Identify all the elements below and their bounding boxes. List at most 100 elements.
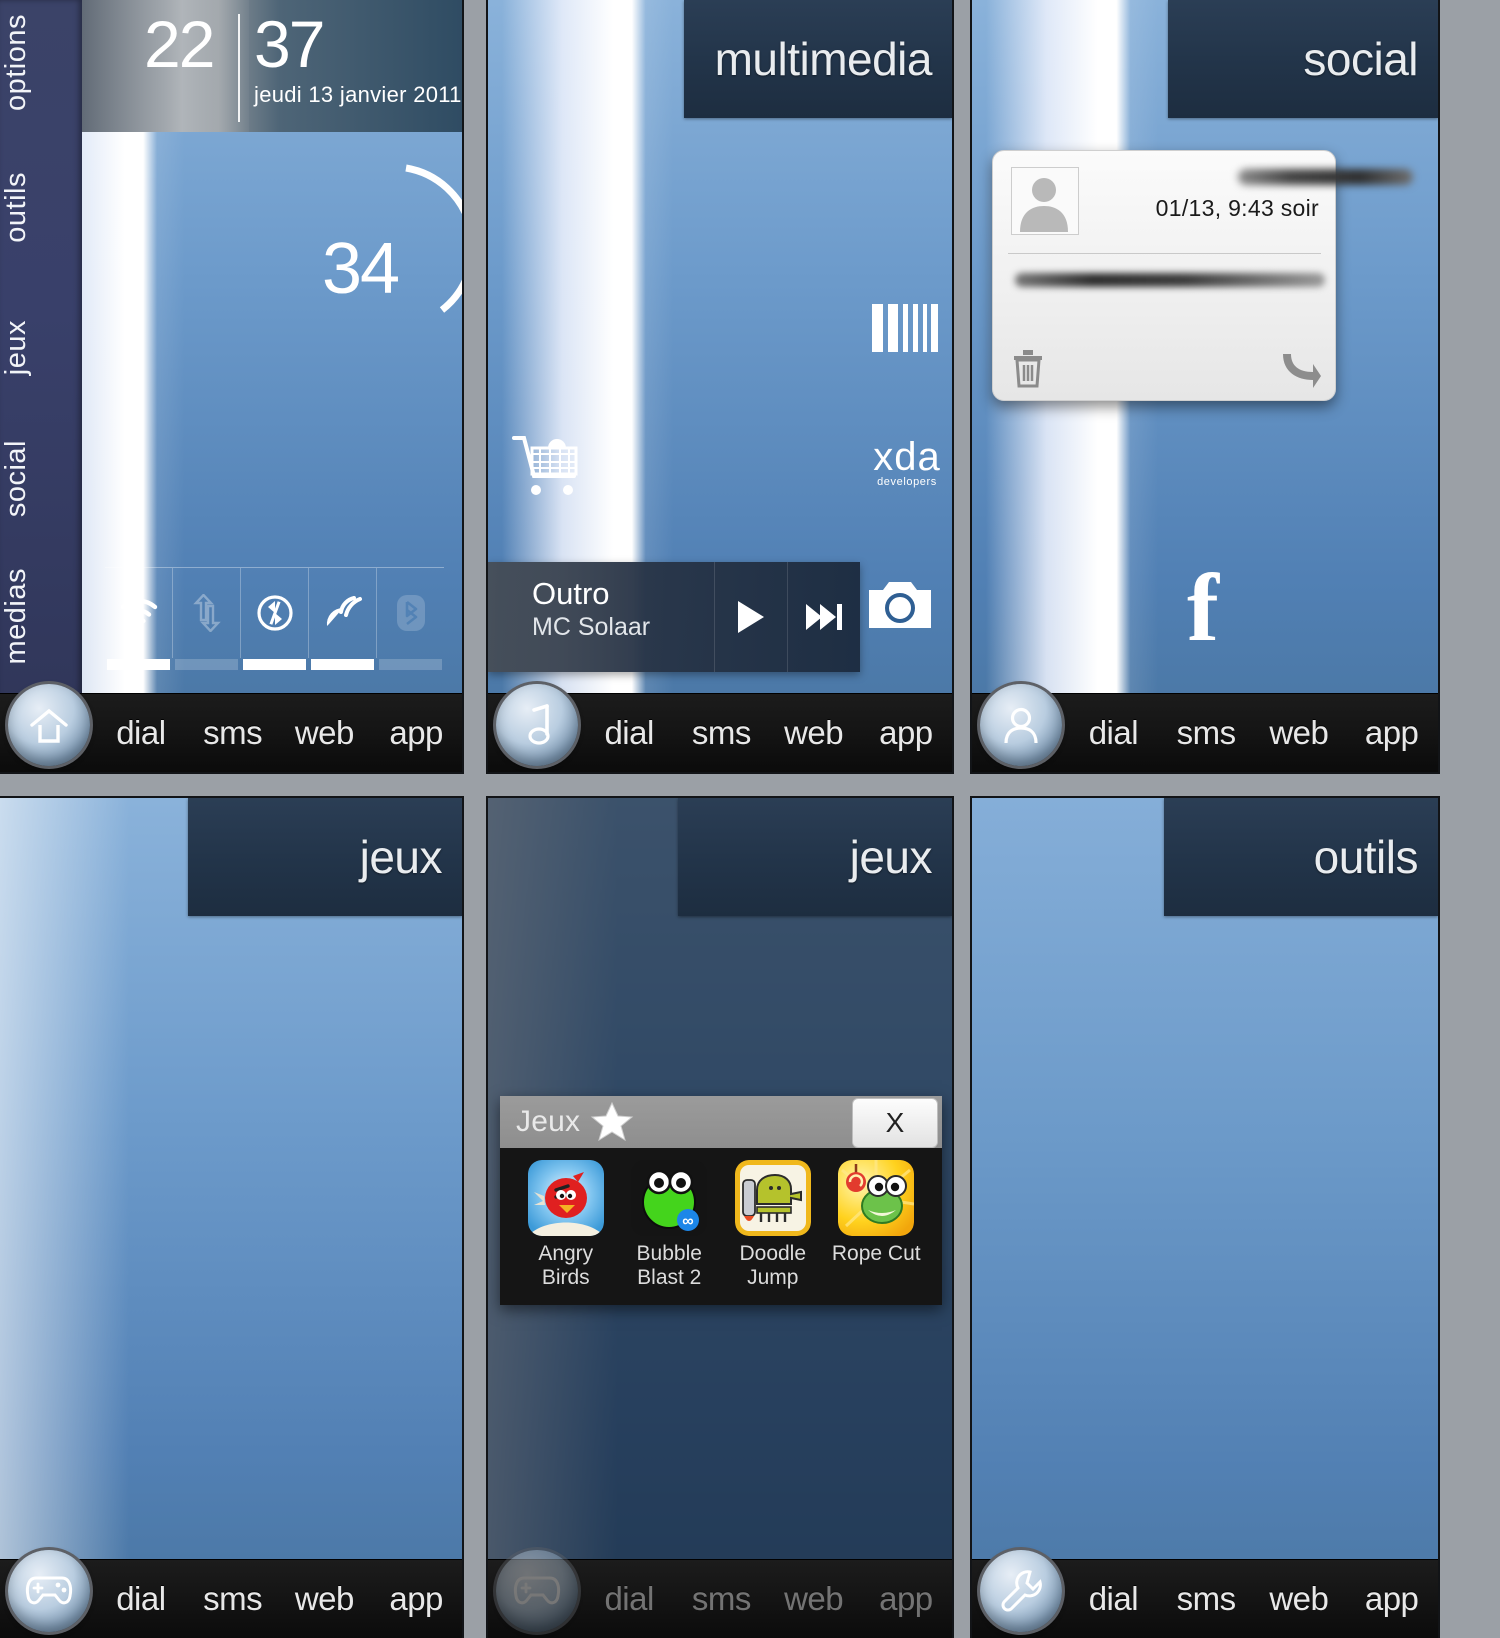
dock-item-app[interactable]: app <box>1345 714 1438 752</box>
page-title-text: outils <box>1313 831 1419 883</box>
barcode-scanner-icon[interactable] <box>872 304 938 352</box>
data-sync-toggle[interactable] <box>173 568 241 670</box>
rail-item-options[interactable]: options <box>0 14 82 111</box>
multimedia-screen: multimedia xda developers Outro MC Solaa… <box>488 0 952 772</box>
dock-item-dial[interactable]: dial <box>95 714 187 752</box>
rail-item-social[interactable]: social <box>0 440 82 517</box>
dock-multimedia: dial sms web app <box>488 684 952 772</box>
folder-close-button[interactable]: X <box>852 1098 938 1148</box>
page-title-social: social <box>1168 0 1438 118</box>
music-play-button[interactable] <box>714 562 787 672</box>
wifi-toggle[interactable] <box>105 568 173 670</box>
music-artist: MC Solaar <box>532 612 651 641</box>
rail-item-outils[interactable]: outils <box>0 172 82 243</box>
dock-item-sms[interactable]: sms <box>675 714 767 752</box>
dock-item-dial[interactable]: dial <box>583 1580 675 1618</box>
reply-arrow-icon[interactable] <box>1279 350 1321 388</box>
autorotate-toggle[interactable] <box>241 568 309 670</box>
quick-toggles <box>105 567 444 670</box>
dock-item-web[interactable]: web <box>1253 1580 1346 1618</box>
panel-social: social 01/13, 9:43 soir f dial sms web a… <box>972 0 1438 772</box>
doodle-jump-icon <box>734 1160 811 1236</box>
dock-item-sms[interactable]: sms <box>187 1580 279 1618</box>
clock-minutes: 37 <box>254 7 325 81</box>
clock-divider <box>238 14 240 122</box>
camera-icon[interactable] <box>869 578 931 628</box>
page-title-text: jeux <box>359 831 443 883</box>
dock-item-web[interactable]: web <box>279 714 371 752</box>
gps-toggle[interactable] <box>309 568 377 670</box>
dock-item-app[interactable]: app <box>860 714 952 752</box>
trash-icon[interactable] <box>1009 346 1047 388</box>
music-player-widget: Outro MC Solaar <box>488 562 860 672</box>
bluetooth-toggle-indicator <box>379 659 442 670</box>
panel-jeux: jeux dial sms web app <box>0 798 462 1638</box>
music-note-icon[interactable] <box>496 684 578 766</box>
folder-app-rope-cut[interactable]: Rope Cut <box>825 1160 929 1289</box>
dock-item-web[interactable]: web <box>279 1580 371 1618</box>
facebook-icon[interactable]: f <box>1187 560 1219 656</box>
outils-screen: outils dial sms web app <box>972 798 1438 1638</box>
dock-items: dial sms web app <box>1067 694 1438 772</box>
battery-arc-icon <box>398 160 462 340</box>
jeux-screen: jeux dial sms web app <box>0 798 462 1638</box>
gamepad-icon[interactable] <box>496 1550 578 1632</box>
dock-item-app[interactable]: app <box>370 1580 462 1618</box>
rail-item-jeux[interactable]: jeux <box>0 320 82 375</box>
dock-item-app[interactable]: app <box>370 714 462 752</box>
dock-home: dial sms web app <box>0 684 462 772</box>
folder-title: Jeux <box>516 1105 581 1138</box>
card-divider <box>1008 253 1321 254</box>
dock-item-sms[interactable]: sms <box>187 714 279 752</box>
dock-item-web[interactable]: web <box>768 1580 860 1618</box>
dock-item-dial[interactable]: dial <box>583 714 675 752</box>
page-title-multimedia: multimedia <box>684 0 952 118</box>
rail-item-medias[interactable]: medias <box>0 568 82 665</box>
folder-app-grid: Angry Birds ∞ Bubble Blast 2 Doodle Jump… <box>500 1148 942 1306</box>
dock-item-app[interactable]: app <box>860 1580 952 1618</box>
home-icon[interactable] <box>8 684 90 766</box>
folder-app-angry-birds[interactable]: Angry Birds <box>514 1160 618 1289</box>
gamepad-icon[interactable] <box>8 1550 90 1632</box>
panel-jeux-folder: jeux Jeux X Angry Birds ∞ Bubble Blast 2… <box>488 798 952 1638</box>
clock-widget[interactable]: 22 37 jeudi 13 janvier 2011 <box>82 0 462 132</box>
music-next-button[interactable] <box>787 562 860 672</box>
message-card[interactable]: 01/13, 9:43 soir <box>992 150 1413 401</box>
folder-app-label: Bubble Blast 2 <box>636 1242 702 1289</box>
dock-item-web[interactable]: web <box>768 714 860 752</box>
person-icon[interactable] <box>980 684 1062 766</box>
home-screen: options outils jeux social medias 22 37 … <box>0 0 462 772</box>
dock-item-dial[interactable]: dial <box>1067 1580 1160 1618</box>
dock-jeux: dial sms web app <box>0 1550 462 1638</box>
dock-item-sms[interactable]: sms <box>1160 714 1253 752</box>
folder-app-bubble-blast[interactable]: ∞ Bubble Blast 2 <box>618 1160 722 1289</box>
wrench-icon[interactable] <box>980 1550 1062 1632</box>
xda-sub-text: developers <box>877 476 937 488</box>
page-title-jeux: jeux <box>678 798 952 916</box>
battery-level-value: 34 <box>322 229 400 309</box>
wifi-toggle-indicator <box>107 659 170 670</box>
dock-items: dial sms web app <box>95 694 462 772</box>
folder-app-label: Doodle Jump <box>739 1242 807 1289</box>
message-sender-redacted <box>1238 169 1413 185</box>
dock-item-dial[interactable]: dial <box>1067 714 1160 752</box>
market-icon[interactable] <box>512 432 582 498</box>
dock-outils: dial sms web app <box>972 1550 1438 1638</box>
dock-item-app[interactable]: app <box>1345 1580 1438 1618</box>
autorotate-toggle-indicator <box>243 659 306 670</box>
xda-developers-icon[interactable]: xda developers <box>872 435 942 488</box>
page-title-text: multimedia <box>714 33 933 85</box>
dock-item-sms[interactable]: sms <box>675 1580 767 1618</box>
bluetooth-toggle[interactable] <box>377 568 444 670</box>
page-title-text: social <box>1303 33 1418 85</box>
music-meta: Outro MC Solaar <box>488 562 714 672</box>
jeux-folder-screen: jeux Jeux X Angry Birds ∞ Bubble Blast 2… <box>488 798 952 1638</box>
xda-main-text: xda <box>873 435 941 479</box>
clock-date: jeudi 13 janvier 2011 <box>254 82 462 107</box>
dock-item-web[interactable]: web <box>1253 714 1346 752</box>
dock-item-dial[interactable]: dial <box>95 1580 187 1618</box>
clock-hours: 22 <box>144 7 215 81</box>
folder-app-doodle-jump[interactable]: Doodle Jump <box>721 1160 825 1289</box>
dock-item-sms[interactable]: sms <box>1160 1580 1253 1618</box>
star-icon[interactable] <box>580 1101 634 1143</box>
